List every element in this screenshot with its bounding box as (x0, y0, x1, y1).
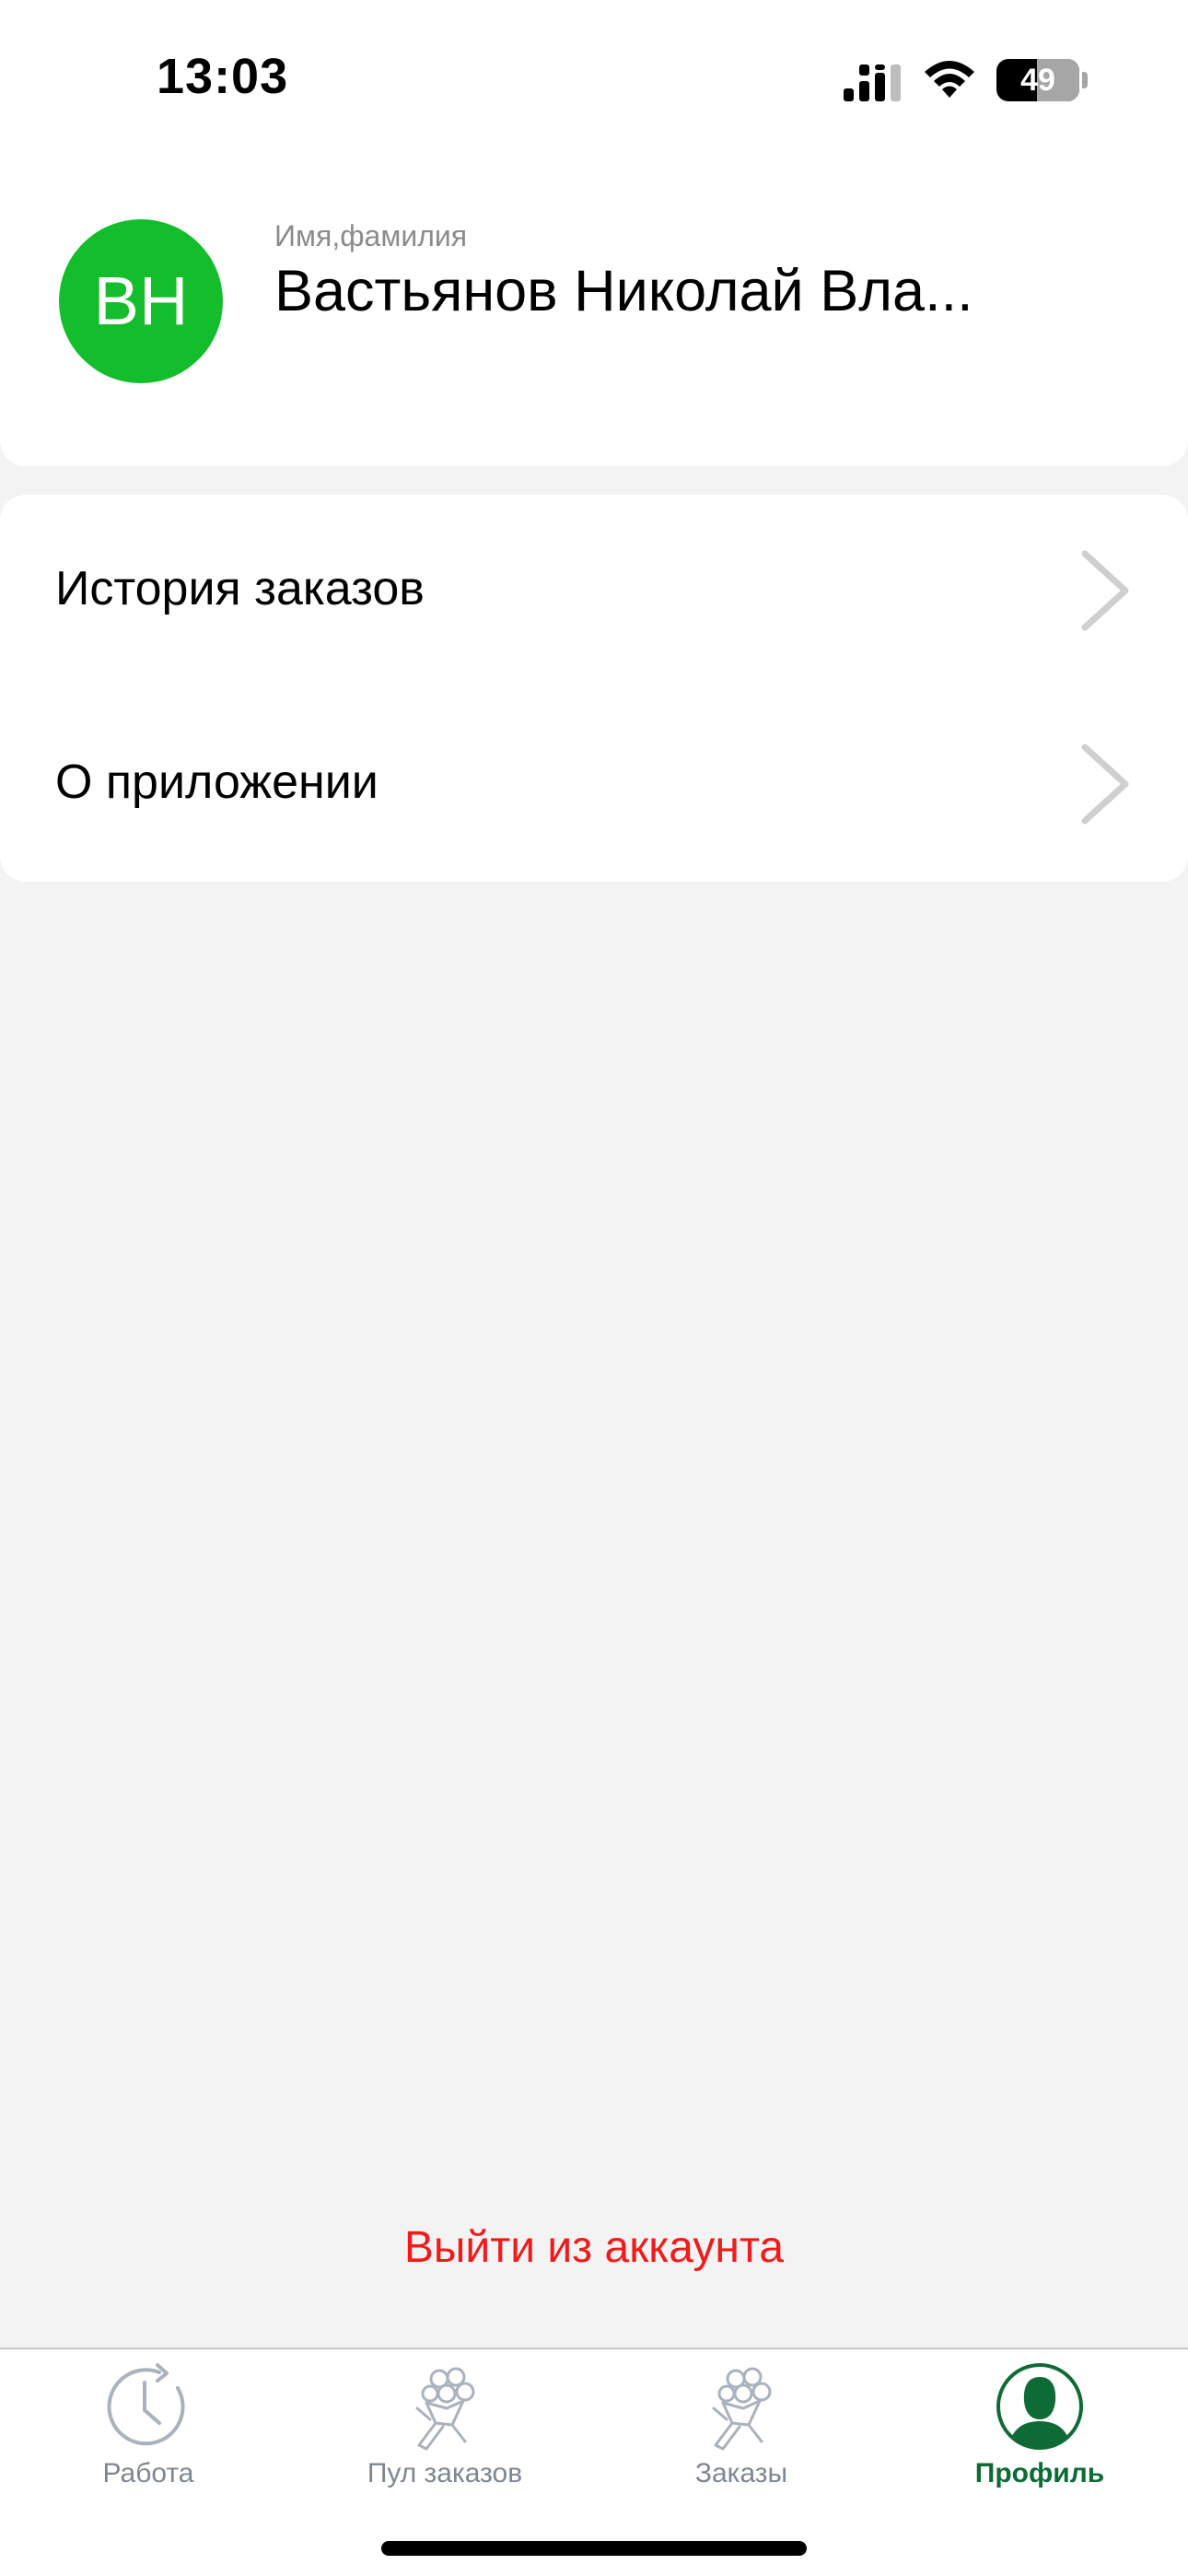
tab-label: Профиль (974, 2458, 1105, 2488)
wifi-icon (925, 61, 974, 98)
tab-order-pool[interactable]: Пул заказов (297, 2349, 593, 2515)
menu-item-label: История заказов (55, 562, 425, 615)
avatar: ВН (59, 219, 223, 383)
tab-orders[interactable]: Заказы (593, 2349, 890, 2515)
menu-card: История заказов О приложении (0, 495, 1188, 882)
battery-tip (1082, 72, 1088, 88)
name-value: Вастьянов Николай Вла... (274, 259, 973, 323)
clock-history-icon (107, 2363, 185, 2446)
tab-label: Работа (102, 2458, 194, 2488)
menu-item-label: О приложении (55, 755, 379, 809)
bouquet-icon (415, 2367, 475, 2451)
menu-item-about-app[interactable]: О приложении (0, 688, 1188, 882)
chevron-right-icon (1081, 550, 1129, 631)
battery-percent: 49 (1020, 63, 1055, 98)
profile-icon (996, 2363, 1083, 2450)
status-bar: 13:03 49 (0, 0, 1188, 147)
menu-item-order-history[interactable]: История заказов (0, 495, 1188, 688)
name-caption: Имя,фамилия (274, 219, 468, 252)
bouquet-icon (712, 2367, 772, 2451)
battery-icon: 49 (996, 59, 1079, 101)
chevron-right-icon (1081, 744, 1129, 825)
tab-profile[interactable]: Профиль (891, 2349, 1188, 2515)
tab-work[interactable]: Работа (0, 2349, 297, 2515)
profile-screen: 13:03 49 ВН Имя,фамилия Вастьянов Никола… (0, 0, 1188, 2576)
tab-label: Заказы (694, 2458, 788, 2488)
cellular-signal-icon (844, 64, 901, 101)
logout-button[interactable]: Выйти из аккаунта (0, 2222, 1188, 2273)
status-time: 13:03 (157, 49, 289, 104)
tab-label: Пул заказов (367, 2458, 523, 2488)
profile-card: ВН Имя,фамилия Вастьянов Николай Вла... (0, 138, 1188, 466)
home-indicator (381, 2541, 807, 2556)
